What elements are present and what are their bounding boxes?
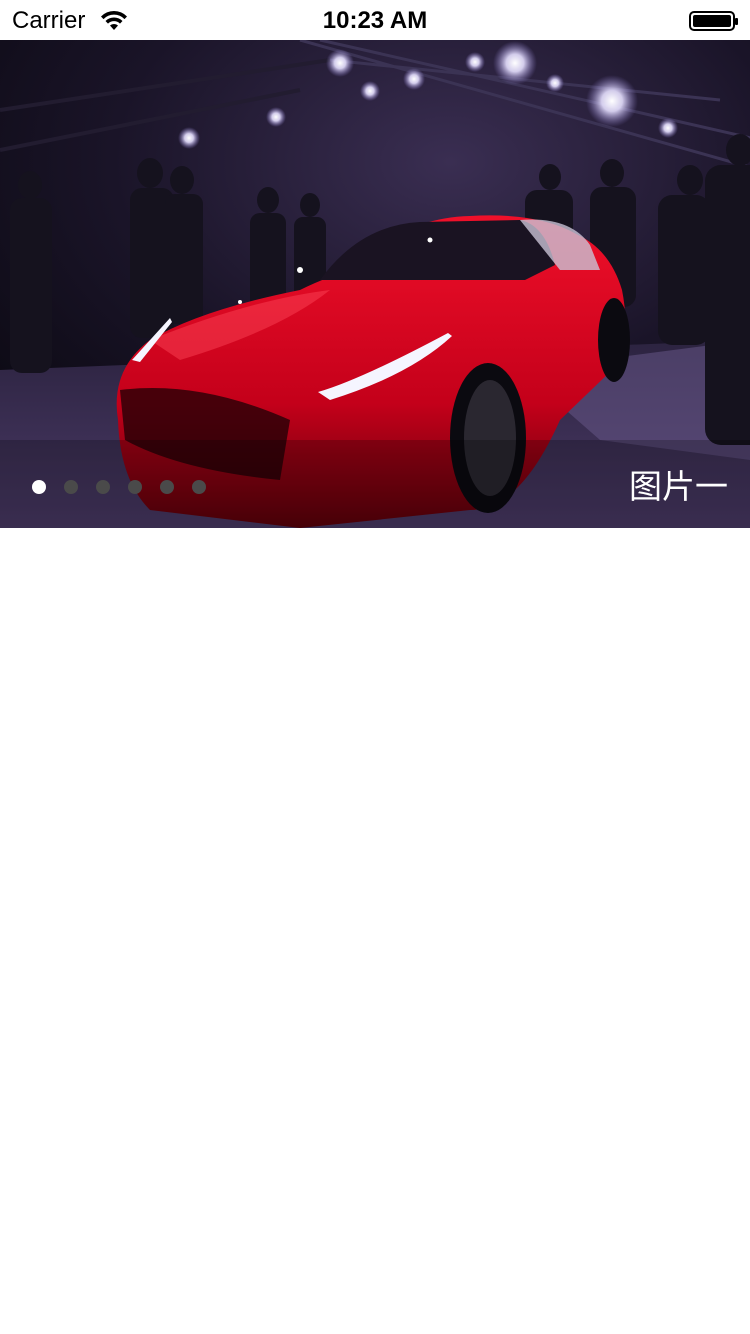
page-dot-6[interactable]	[192, 480, 206, 494]
page-dot-1[interactable]	[32, 480, 46, 494]
carousel-photo	[0, 40, 750, 528]
page-dot-5[interactable]	[160, 480, 174, 494]
page-dot-2[interactable]	[64, 480, 78, 494]
status-bar: Carrier 10:23 AM	[0, 0, 750, 40]
battery-icon	[689, 11, 738, 31]
page-dot-4[interactable]	[128, 480, 142, 494]
content-area	[0, 528, 750, 1334]
status-time: 10:23 AM	[322, 7, 428, 34]
slide-caption: 图片一	[629, 467, 728, 506]
image-carousel[interactable]: 图片一	[0, 40, 750, 528]
page-dot-3[interactable]	[96, 480, 110, 494]
page-control[interactable]	[32, 480, 206, 496]
